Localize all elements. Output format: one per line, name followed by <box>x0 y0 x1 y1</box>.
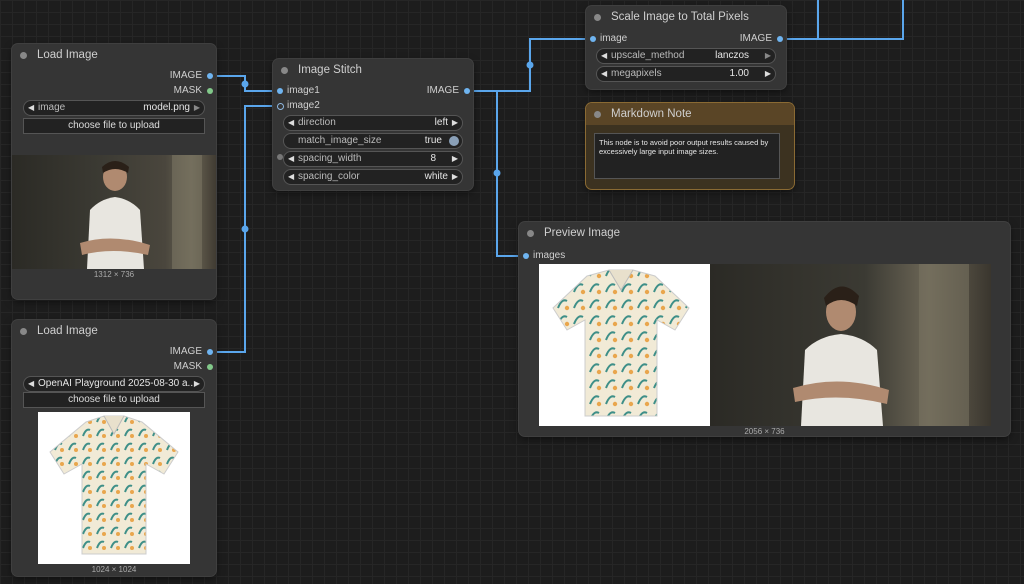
collapse-dot-icon[interactable] <box>527 229 534 237</box>
man-photo <box>80 155 202 269</box>
node-title: Load Image <box>37 325 98 337</box>
arrow-left-icon[interactable]: ◀ <box>601 49 607 63</box>
image-select-widget[interactable]: ◀ OpenAI Playground 2025-08-30 a... ▶ <box>23 376 205 392</box>
output-image-port[interactable] <box>777 36 783 42</box>
output-image-label: IMAGE <box>426 85 459 96</box>
spacing-width-widget[interactable]: ◀ spacing_width 8 ▶ <box>283 151 463 167</box>
arrow-left-icon[interactable]: ◀ <box>28 377 34 391</box>
output-mask-label: MASK <box>173 361 202 372</box>
input-image2-label: image2 <box>287 100 320 111</box>
input-image-port[interactable] <box>590 36 596 42</box>
toggle-knob-icon[interactable] <box>449 136 459 146</box>
image-stitch-node[interactable]: Image Stitch image1 image2 IMAGE ◀ direc… <box>273 59 473 190</box>
input-images-label: images <box>533 250 566 261</box>
output-image-label: IMAGE <box>169 70 202 81</box>
node-title: Scale Image to Total Pixels <box>611 11 749 23</box>
markdown-note-node[interactable]: Markdown Note This node is to avoid poor… <box>586 103 794 189</box>
arrow-left-icon[interactable]: ◀ <box>601 67 607 81</box>
upscale-method-widget[interactable]: ◀ upscale_method lanczos ▶ <box>596 48 776 64</box>
arrow-right-icon[interactable]: ▶ <box>194 101 200 115</box>
input-image-label: image <box>600 33 628 44</box>
arrow-right-icon[interactable]: ▶ <box>452 170 458 184</box>
collapse-dot-icon[interactable] <box>20 51 27 59</box>
collapse-dot-icon[interactable] <box>281 66 288 74</box>
preview-image-node[interactable]: Preview Image images 2056 × 736 <box>519 222 1010 436</box>
output-mask-port[interactable] <box>207 364 213 370</box>
reroute-dot <box>241 80 249 88</box>
upload-button[interactable]: choose file to upload <box>23 392 205 408</box>
megapixels-widget[interactable]: ◀ megapixels 1.00 ▶ <box>596 66 776 82</box>
output-mask-port[interactable] <box>207 88 213 94</box>
node-header[interactable]: Preview Image <box>519 222 1010 244</box>
reroute-dot <box>493 169 501 177</box>
direction-widget[interactable]: ◀ direction left ▶ <box>283 115 463 131</box>
image-select-widget[interactable]: ◀ image model.png ▶ <box>23 100 205 116</box>
stitched-preview-photo <box>539 264 991 426</box>
collapse-dot-icon[interactable] <box>20 327 27 335</box>
output-image-port[interactable] <box>207 349 213 355</box>
node-header[interactable]: Scale Image to Total Pixels <box>586 6 786 28</box>
arrow-left-icon[interactable]: ◀ <box>288 170 294 184</box>
reroute-dot <box>526 61 534 69</box>
node-title: Preview Image <box>544 227 621 239</box>
collapse-dot-icon[interactable] <box>594 13 601 21</box>
reroute-dot <box>241 225 249 233</box>
arrow-right-icon[interactable]: ▶ <box>194 377 200 391</box>
wire-scale-out-b <box>790 0 904 40</box>
input-image1-label: image1 <box>287 85 320 96</box>
input-images-port[interactable] <box>523 253 529 259</box>
shirt-photo <box>49 415 179 555</box>
output-mask-label: MASK <box>173 85 202 96</box>
arrow-right-icon[interactable]: ▶ <box>452 116 458 130</box>
arrow-left-icon[interactable]: ◀ <box>288 152 294 166</box>
note-text-area[interactable]: This node is to avoid poor output result… <box>594 133 780 179</box>
output-image-label: IMAGE <box>169 346 202 357</box>
output-image-label: IMAGE <box>739 33 772 44</box>
output-image-port[interactable] <box>207 73 213 79</box>
upload-button[interactable]: choose file to upload <box>23 118 205 134</box>
image-thumbnail-shirt <box>38 412 190 564</box>
image-thumbnail-man <box>12 155 216 269</box>
image-size-caption: 2056 × 736 <box>744 427 785 436</box>
output-image-port[interactable] <box>464 88 470 94</box>
node-title: Image Stitch <box>298 64 362 76</box>
collapse-dot-icon[interactable] <box>594 110 601 118</box>
image-size-caption: 1312 × 736 <box>93 270 135 279</box>
load-image-node-1[interactable]: Load Image IMAGE MASK ◀ image model.png … <box>12 44 216 299</box>
arrow-right-icon[interactable]: ▶ <box>765 49 771 63</box>
input-image1-port[interactable] <box>277 88 283 94</box>
node-title: Load Image <box>37 49 98 61</box>
load-image-node-2[interactable]: Load Image IMAGE MASK ◀ OpenAI Playgroun… <box>12 320 216 576</box>
arrow-right-icon[interactable]: ▶ <box>765 67 771 81</box>
spacing-color-widget[interactable]: ◀ spacing_color white ▶ <box>283 169 463 185</box>
note-text: This node is to avoid poor output result… <box>599 138 769 156</box>
preview-image <box>539 264 991 426</box>
node-header[interactable]: Image Stitch <box>273 59 473 81</box>
arrow-right-icon[interactable]: ▶ <box>452 152 458 166</box>
match-image-size-toggle[interactable]: match_image_size true <box>283 133 463 149</box>
image-size-caption: 1024 × 1024 <box>91 565 137 574</box>
node-header[interactable]: Load Image <box>12 44 216 66</box>
node-title: Markdown Note <box>611 108 692 120</box>
node-header[interactable]: Markdown Note <box>586 103 794 125</box>
scale-image-node[interactable]: Scale Image to Total Pixels image IMAGE … <box>586 6 786 89</box>
arrow-left-icon[interactable]: ◀ <box>288 116 294 130</box>
arrow-left-icon[interactable]: ◀ <box>28 101 34 115</box>
node-header[interactable]: Load Image <box>12 320 216 342</box>
input-image2-port[interactable] <box>277 103 284 110</box>
